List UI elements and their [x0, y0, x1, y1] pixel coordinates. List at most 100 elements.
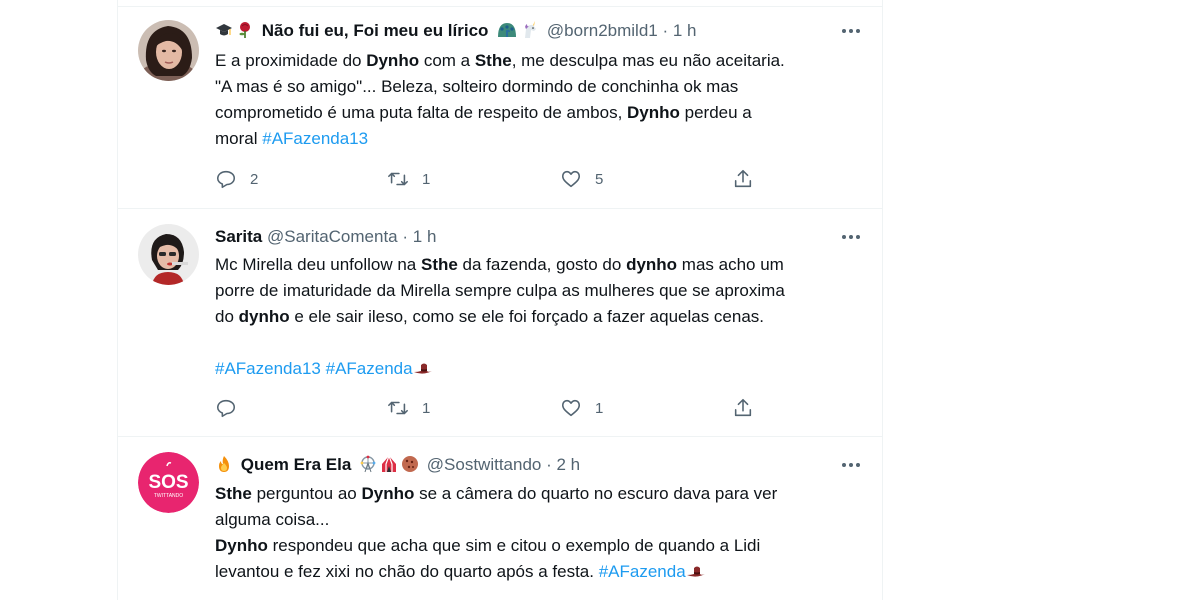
text-line: do dynho e ele sair ileso, como se ele f… — [215, 304, 862, 330]
avatar-logo-text: SOS — [148, 472, 188, 493]
text-segment: respondeu que acha que sim e citou o exe… — [267, 536, 761, 555]
tweet-card[interactable]: SOS TWITTANDO Quem Era Ela @Sostwittando… — [118, 437, 882, 600]
text-segment: mas acho um — [677, 255, 784, 274]
separator-dot: · — [402, 227, 409, 246]
text-segment: e ele sair ileso, como se ele foi forçad… — [289, 307, 765, 326]
tweet-card[interactable]: Sarita @SaritaComenta · 1 h Mc Mirella d… — [118, 209, 882, 437]
tweet-header: Não fui eu, Foi meu eu lírico @born2bmil… — [215, 21, 818, 41]
hashtag-link[interactable]: #AFazenda13 — [262, 129, 368, 148]
text-line: E a proximidade do Dynho com a Sthe, me … — [215, 48, 862, 74]
text-segment: , me desculpa mas eu não aceitaria. — [511, 51, 785, 70]
more-icon[interactable] — [840, 455, 862, 475]
reply-button[interactable]: 2 — [215, 167, 258, 191]
tweet-actions: 2 1 5 — [215, 167, 775, 191]
text-segment: perdeu a — [679, 103, 752, 122]
hashtag-link[interactable]: #AFazenda — [326, 359, 413, 378]
tweet-time[interactable]: 2 h — [557, 455, 581, 474]
highlighted-keyword: dynho — [626, 255, 678, 274]
text-line: levantou e fez xixi no chão do quarto ap… — [215, 559, 862, 585]
graduation-cap-emoji-icon — [215, 21, 233, 39]
separator-dot: · — [662, 21, 669, 40]
tweet-text: Sthe perguntou ao Dynho se a câmera do q… — [215, 481, 862, 585]
text-line: comprometido é uma puta falta de respeit… — [215, 100, 862, 126]
highlighted-keyword: dynho — [238, 307, 290, 326]
retweet-button[interactable]: 1 — [387, 396, 430, 420]
reply-icon — [216, 170, 236, 189]
tweet-text: Mc Mirella deu unfollow na Sthe da fazen… — [215, 252, 862, 382]
more-icon[interactable] — [840, 21, 862, 41]
feed-top-divider — [118, 0, 882, 7]
display-name[interactable]: Quem Era Ela — [241, 455, 352, 474]
highlighted-keyword: Sthe — [420, 255, 458, 274]
circus-tent-emoji-icon — [380, 455, 398, 473]
text-segment: porre de imaturidade da Mirella sempre c… — [215, 281, 785, 300]
hashtag-link[interactable]: #AFazenda — [599, 562, 686, 581]
retweet-icon — [388, 172, 408, 186]
reply-button[interactable] — [215, 396, 250, 420]
avatar[interactable]: SOS TWITTANDO — [138, 452, 199, 513]
user-handle[interactable]: @born2bmild1 — [547, 21, 658, 40]
text-line: alguma coisa... — [215, 507, 862, 533]
avatar[interactable] — [138, 20, 199, 81]
user-handle[interactable]: @Sostwittando — [427, 455, 542, 474]
text-segment: da fazenda, gosto do — [457, 255, 627, 274]
tweet-text: E a proximidade do Dynho com a Sthe, me … — [215, 48, 862, 152]
text-segment: do — [215, 307, 239, 326]
like-icon — [561, 170, 581, 188]
tweet-header: Sarita @SaritaComenta · 1 h — [215, 227, 818, 247]
peacock-emoji-icon — [496, 21, 518, 39]
share-button[interactable] — [732, 396, 754, 420]
more-icon[interactable] — [840, 227, 862, 247]
tweet-time[interactable]: 1 h — [673, 21, 697, 40]
avatar-logo-subtext: TWITTANDO — [154, 493, 183, 499]
display-name[interactable]: Não fui eu, Foi meu eu lírico — [262, 21, 489, 40]
share-icon — [734, 169, 752, 188]
text-line: porre de imaturidade da Mirella sempre c… — [215, 278, 862, 304]
highlighted-keyword: Dynho — [627, 103, 680, 122]
like-button[interactable]: 5 — [560, 167, 603, 191]
text-line: Mc Mirella deu unfollow na Sthe da fazen… — [215, 252, 862, 278]
user-handle[interactable]: @SaritaComenta — [267, 227, 398, 246]
rose-emoji-icon — [236, 21, 254, 39]
highlighted-keyword: Sthe — [474, 51, 512, 70]
timeline: Não fui eu, Foi meu eu lírico @born2bmil… — [117, 0, 883, 600]
reply-icon — [216, 399, 236, 418]
text-line: "A mas é so amigo"... Beleza, solteiro d… — [215, 74, 862, 100]
highlighted-keyword: Dynho — [215, 536, 268, 555]
cookie-emoji-icon — [401, 455, 419, 473]
like-count: 1 — [595, 399, 604, 417]
text-segment: E a proximidade do — [215, 51, 367, 70]
text-segment: com a — [419, 51, 475, 70]
text-segment: comprometido é uma puta falta de respeit… — [215, 103, 628, 122]
text-segment: se a câmera do quarto no escuro dava par… — [414, 484, 778, 503]
like-icon — [561, 399, 581, 417]
reply-count: 2 — [250, 170, 259, 188]
retweet-button[interactable]: 1 — [387, 167, 430, 191]
tweet-header: Quem Era Ela @Sostwittando · 2 h — [215, 455, 818, 475]
text-segment: levantou e fez xixi no chão do quarto ap… — [215, 562, 599, 581]
separator-dot: · — [546, 455, 552, 474]
text-segment: moral — [215, 129, 263, 148]
avatar[interactable] — [138, 224, 199, 285]
highlighted-keyword: Dynho — [366, 51, 420, 70]
hashtag-link[interactable]: #AFazenda13 — [215, 359, 321, 378]
text-segment: Mc Mirella deu unfollow na — [215, 255, 421, 274]
retweet-count: 1 — [422, 170, 431, 188]
like-button[interactable]: 1 — [560, 396, 603, 420]
display-name[interactable]: Sarita — [215, 227, 262, 246]
like-count: 5 — [595, 170, 604, 188]
highlighted-keyword: Dynho — [361, 484, 415, 503]
fire-emoji-icon — [215, 455, 233, 473]
highlighted-keyword: Sthe — [215, 484, 252, 503]
text-line: Dynho respondeu que acha que sim e citou… — [215, 533, 862, 559]
tweet-time[interactable]: 1 h — [413, 227, 437, 246]
retweet-count: 1 — [422, 399, 431, 417]
text-line: moral #AFazenda13 — [215, 126, 862, 152]
text-segment: "A mas é so amigo"... Beleza, solteiro d… — [215, 77, 739, 96]
share-button[interactable] — [732, 167, 754, 191]
tweet-card[interactable]: Não fui eu, Foi meu eu lírico @born2bmil… — [118, 7, 882, 209]
text-segment: perguntou ao — [251, 484, 362, 503]
text-line: #AFazenda13 #AFazenda — [215, 356, 862, 382]
cowboy-hat-emoji-icon — [686, 562, 708, 580]
